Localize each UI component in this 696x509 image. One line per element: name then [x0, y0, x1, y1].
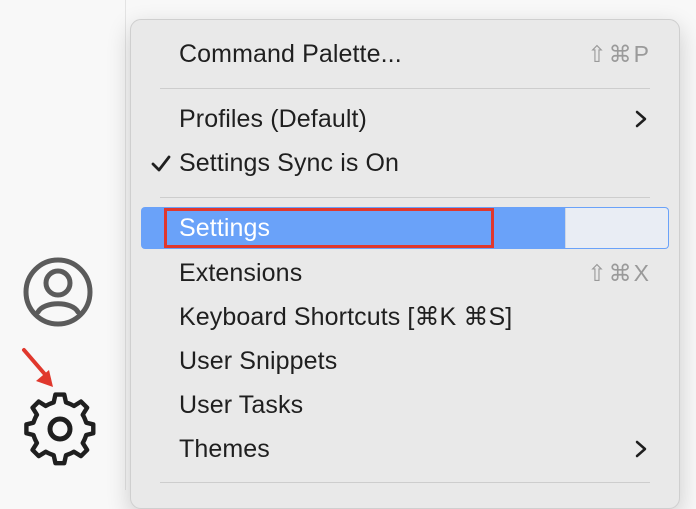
menu-item-label: Themes [179, 434, 270, 463]
activity-bar [0, 0, 126, 490]
gear-icon[interactable] [22, 391, 98, 467]
shortcut-label: ⇧⌘X [587, 259, 651, 286]
shortcut-label: ⇧⌘P [587, 40, 651, 67]
manage-menu: Command Palette... ⇧⌘P Profiles (Default… [130, 19, 680, 509]
menu-item-settings-sync[interactable]: Settings Sync is On [141, 142, 669, 184]
menu-separator [160, 88, 650, 89]
menu-item-label: Extensions [179, 258, 303, 287]
menu-item-extensions[interactable]: Extensions ⇧⌘X [141, 252, 669, 294]
menu-item-label: Keyboard Shortcuts [⌘K ⌘S] [179, 303, 513, 331]
account-icon[interactable] [22, 256, 94, 328]
arrow-icon [22, 348, 53, 387]
menu-item-label: Command Palette... [179, 39, 402, 68]
menu-separator [160, 482, 650, 483]
menu-item-label: User Snippets [179, 346, 338, 375]
menu-item-settings[interactable]: Settings [141, 207, 669, 249]
chevron-right-icon [635, 440, 647, 458]
menu-item-label: User Tasks [179, 390, 304, 419]
selection-tail [565, 208, 668, 248]
checkmark-icon [151, 155, 171, 172]
menu-separator [160, 197, 650, 198]
menu-item-profiles[interactable]: Profiles (Default) [141, 98, 669, 140]
menu-item-themes[interactable]: Themes [141, 428, 669, 470]
highlight-box [164, 208, 494, 248]
menu-item-user-snippets[interactable]: User Snippets [141, 340, 669, 382]
menu-item-label: Profiles (Default) [179, 104, 367, 133]
menu-item-user-tasks[interactable]: User Tasks [141, 384, 669, 426]
menu-item-keyboard-shortcuts[interactable]: Keyboard Shortcuts [⌘K ⌘S] [141, 296, 669, 338]
menu-item-label: Settings Sync is On [179, 148, 400, 177]
chevron-right-icon [635, 110, 647, 128]
menu-item-command-palette[interactable]: Command Palette... ⇧⌘P [141, 33, 669, 75]
